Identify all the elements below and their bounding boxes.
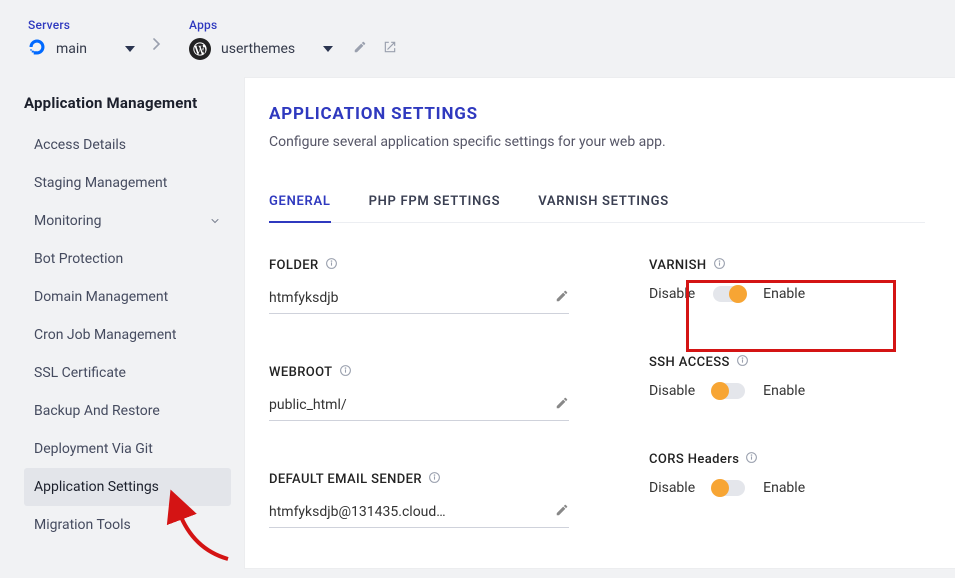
email-label: DEFAULT EMAIL SENDER (269, 472, 422, 487)
email-field: DEFAULT EMAIL SENDER htmfyksdjb@131435.c… (269, 471, 569, 528)
cors-toggle-block: CORS Headers Disable Enable (649, 451, 909, 496)
cors-label: CORS Headers (649, 452, 739, 467)
chevron-down-icon[interactable] (209, 215, 221, 227)
sidebar-item-migration-tools[interactable]: Migration Tools (24, 506, 231, 544)
folder-label: FOLDER (269, 258, 319, 273)
sidebar-item-monitoring[interactable]: Monitoring (24, 202, 231, 240)
sidebar-item-ssl-certificate[interactable]: SSL Certificate (24, 354, 231, 392)
sidebar-item-staging-management[interactable]: Staging Management (24, 164, 231, 202)
servers-label: Servers (28, 18, 135, 32)
webroot-input[interactable]: public_html/ (269, 389, 569, 421)
server-name: main (56, 41, 87, 57)
tab-general[interactable]: GENERAL (269, 194, 331, 223)
sidebar-item-domain-management[interactable]: Domain Management (24, 278, 231, 316)
ssh-label: SSH ACCESS (649, 355, 730, 370)
varnish-disable-label: Disable (649, 286, 695, 302)
ssh-enable-label: Enable (763, 383, 805, 399)
sidebar: Application Management Access Details St… (0, 70, 245, 568)
tab-varnish-settings[interactable]: VARNISH SETTINGS (538, 194, 669, 223)
info-icon[interactable] (713, 257, 726, 274)
folder-value: htmfyksdjb (269, 290, 339, 306)
info-icon[interactable] (745, 451, 758, 468)
webroot-field: WEBROOT public_html/ (269, 364, 569, 421)
app-selector-group: Apps userthemes (189, 18, 397, 60)
sidebar-item-access-details[interactable]: Access Details (24, 126, 231, 164)
folder-input[interactable]: htmfyksdjb (269, 282, 569, 314)
varnish-toggle-block: VARNISH Disable Enable (649, 257, 909, 302)
info-icon[interactable] (736, 354, 749, 371)
cors-disable-label: Disable (649, 480, 695, 496)
apps-label: Apps (189, 18, 397, 32)
email-value: htmfyksdjb@131435.cloud… (269, 504, 446, 520)
sidebar-list: Access Details Staging Management Monito… (24, 126, 231, 544)
content-panel: APPLICATION SETTINGS Configure several a… (245, 78, 955, 568)
sidebar-item-backup-and-restore[interactable]: Backup And Restore (24, 392, 231, 430)
varnish-enable-label: Enable (763, 286, 805, 302)
fields-column: FOLDER htmfyksdjb WEBROOT (269, 257, 569, 528)
cors-enable-label: Enable (763, 480, 805, 496)
webroot-value: public_html/ (269, 397, 347, 413)
info-icon[interactable] (428, 471, 441, 488)
edit-icon[interactable] (353, 40, 367, 58)
app-name: userthemes (221, 41, 295, 57)
chevron-right-icon (153, 38, 161, 54)
tab-php-fpm[interactable]: PHP FPM SETTINGS (369, 194, 501, 223)
page-title: APPLICATION SETTINGS (269, 104, 925, 124)
edit-icon[interactable] (555, 288, 569, 307)
server-selector[interactable]: main (28, 38, 135, 60)
caret-down-icon[interactable] (323, 46, 333, 52)
ssh-disable-label: Disable (649, 383, 695, 399)
page-description: Configure several application specific s… (269, 134, 925, 150)
caret-down-icon[interactable] (125, 46, 135, 52)
wordpress-icon (189, 38, 211, 60)
sidebar-item-deployment-via-git[interactable]: Deployment Via Git (24, 430, 231, 468)
breadcrumb-bar: Servers main Apps userthemes (0, 0, 955, 70)
ssh-toggle[interactable] (713, 383, 745, 399)
info-icon[interactable] (325, 257, 338, 274)
folder-field: FOLDER htmfyksdjb (269, 257, 569, 314)
tabs: GENERAL PHP FPM SETTINGS VARNISH SETTING… (269, 194, 925, 223)
sidebar-item-bot-protection[interactable]: Bot Protection (24, 240, 231, 278)
server-selector-group: Servers main (28, 18, 135, 60)
varnish-label: VARNISH (649, 258, 707, 273)
digitalocean-icon (28, 38, 46, 60)
sidebar-item-application-settings[interactable]: Application Settings (24, 468, 231, 506)
varnish-toggle[interactable] (713, 286, 745, 302)
sidebar-item-cron-job-management[interactable]: Cron Job Management (24, 316, 231, 354)
edit-icon[interactable] (555, 395, 569, 414)
info-icon[interactable] (339, 364, 352, 381)
cors-toggle[interactable] (713, 480, 745, 496)
sidebar-heading: Application Management (24, 94, 231, 112)
webroot-label: WEBROOT (269, 365, 333, 380)
open-external-icon[interactable] (383, 40, 397, 58)
toggles-column: VARNISH Disable Enable SSH ACCESS (649, 257, 909, 528)
email-input[interactable]: htmfyksdjb@131435.cloud… (269, 496, 569, 528)
app-selector[interactable]: userthemes (189, 38, 397, 60)
ssh-toggle-block: SSH ACCESS Disable Enable (649, 354, 909, 399)
edit-icon[interactable] (555, 502, 569, 521)
